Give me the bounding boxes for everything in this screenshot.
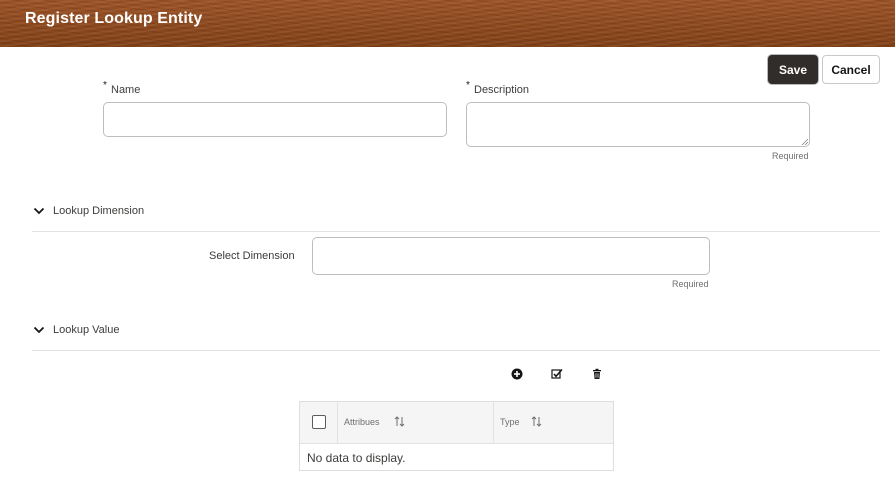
sort-icon[interactable]: [394, 416, 405, 427]
section-divider: [32, 350, 880, 351]
trash-icon: [593, 368, 601, 379]
add-row-button[interactable]: [510, 367, 524, 381]
description-required-marker: *: [466, 80, 470, 91]
lookup-dimension-section-toggle[interactable]: Lookup Dimension: [33, 205, 144, 217]
column-separator: [337, 402, 338, 443]
empty-table-message: No data to display.: [307, 451, 406, 465]
description-label: Description: [474, 84, 530, 96]
select-all-checkbox[interactable]: [312, 415, 326, 429]
column-header-attributes: Attribues: [344, 417, 380, 427]
cancel-button[interactable]: Cancel: [822, 55, 880, 84]
chevron-down-icon: [33, 326, 45, 334]
check-list-icon: [551, 369, 563, 379]
select-rows-button[interactable]: [550, 367, 564, 381]
column-separator: [493, 402, 494, 443]
name-input[interactable]: [103, 102, 447, 137]
select-dimension-label: Select Dimension: [209, 250, 295, 262]
lookup-value-table: Attribues Type No data to display.: [299, 401, 614, 471]
sort-icon[interactable]: [531, 416, 542, 427]
description-textarea[interactable]: [466, 102, 810, 147]
lookup-value-title: Lookup Value: [53, 324, 120, 336]
add-circle-icon: [511, 368, 523, 380]
page-header: Register Lookup Entity: [0, 0, 895, 47]
dimension-required-helper: Required: [672, 279, 709, 289]
name-required-marker: *: [103, 80, 107, 91]
resize-grip-icon[interactable]: [801, 138, 808, 145]
select-dimension-field[interactable]: [312, 237, 710, 275]
section-divider: [32, 231, 880, 232]
lookup-value-section-toggle[interactable]: Lookup Value: [33, 324, 119, 336]
delete-row-button[interactable]: [590, 367, 604, 381]
lookup-dimension-title: Lookup Dimension: [53, 205, 145, 217]
name-label: Name: [111, 84, 141, 96]
table-header: Attribues Type: [300, 402, 613, 444]
column-header-type: Type: [500, 417, 520, 427]
chevron-down-icon: [33, 207, 45, 215]
description-required-helper: Required: [772, 151, 809, 161]
save-button[interactable]: Save: [768, 55, 818, 84]
page-title: Register Lookup Entity: [25, 10, 203, 27]
